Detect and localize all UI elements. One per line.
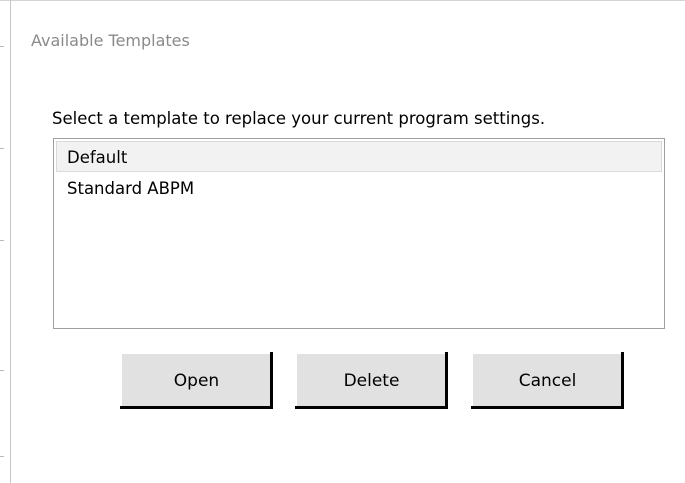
edge-tick xyxy=(0,46,4,47)
template-list[interactable]: Default Standard ABPM xyxy=(53,138,665,329)
delete-button[interactable]: Delete xyxy=(295,352,448,409)
instruction-label: Select a template to replace your curren… xyxy=(52,109,546,128)
edge-tick xyxy=(0,240,4,241)
edge-tick xyxy=(0,456,4,457)
template-item-standard-abpm[interactable]: Standard ABPM xyxy=(56,172,662,203)
cancel-button[interactable]: Cancel xyxy=(471,352,624,409)
available-templates-dialog: Available Templates Select a template to… xyxy=(11,1,685,483)
screen: Available Templates Select a template to… xyxy=(0,0,685,483)
edge-tick xyxy=(0,148,4,149)
template-item-default[interactable]: Default xyxy=(56,141,662,172)
group-title: Available Templates xyxy=(31,31,190,50)
edge-tick xyxy=(0,370,4,371)
open-button[interactable]: Open xyxy=(120,352,273,409)
